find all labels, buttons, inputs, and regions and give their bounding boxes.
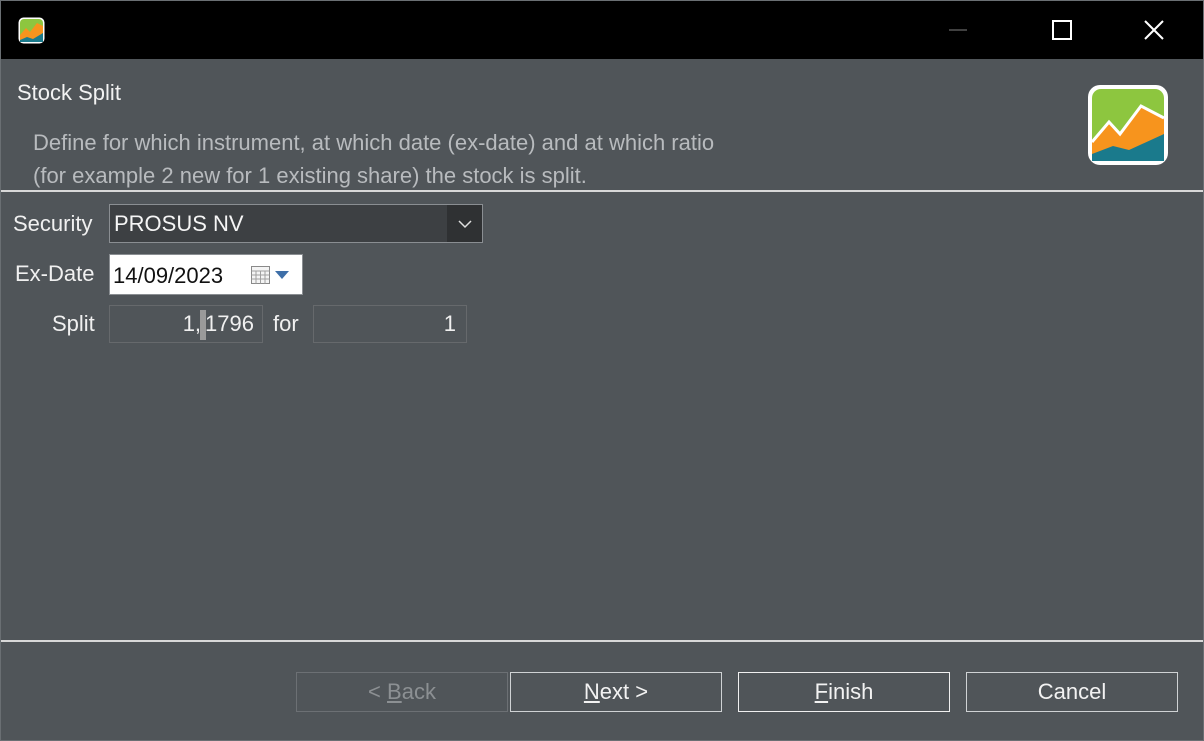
back-button-prefix: < xyxy=(368,679,388,704)
split-existing-shares-input[interactable]: 1 xyxy=(313,305,467,343)
finish-button-label: inish xyxy=(828,679,874,704)
maximize-button[interactable] xyxy=(1017,1,1107,59)
security-value: PROSUS NV xyxy=(114,211,244,236)
security-dropdown-button[interactable] xyxy=(447,205,482,242)
app-logo-icon xyxy=(1088,85,1168,165)
back-button-mnemonic: B xyxy=(387,679,402,704)
calendar-dropdown-button[interactable] xyxy=(250,263,298,287)
title-bar xyxy=(1,1,1203,59)
security-dropdown[interactable]: PROSUS NV xyxy=(109,204,483,243)
page-description: Define for which instrument, at which da… xyxy=(33,130,715,188)
minimize-button[interactable] xyxy=(913,1,1003,59)
app-logo-icon xyxy=(18,17,45,44)
back-button[interactable]: < Back xyxy=(296,672,508,712)
maximize-icon xyxy=(1052,20,1072,40)
footer-divider xyxy=(1,640,1203,642)
header-divider xyxy=(1,190,1203,192)
security-label: Security xyxy=(13,211,93,236)
finish-button[interactable]: Finish xyxy=(738,672,950,712)
wizard-header: Stock Split Define for which instrument,… xyxy=(1,59,1203,191)
minimize-icon xyxy=(949,29,967,31)
page-title: Stock Split xyxy=(17,80,121,105)
split-value-end: 1796 xyxy=(205,311,254,336)
calendar-icon xyxy=(251,266,270,284)
split-label: Split xyxy=(52,311,95,336)
next-button-label: ext > xyxy=(599,679,649,704)
exdate-value[interactable]: 14/09/2023 xyxy=(113,263,223,289)
next-button[interactable]: Next > xyxy=(510,672,722,712)
dropdown-arrow-icon xyxy=(275,271,289,279)
exdate-label: Ex-Date xyxy=(15,261,95,286)
back-button-label: ack xyxy=(401,679,436,704)
for-label: for xyxy=(273,311,299,336)
close-icon xyxy=(1144,20,1164,40)
close-button[interactable] xyxy=(1109,1,1199,59)
split-value-start: 1, xyxy=(182,311,202,336)
stock-split-dialog: Stock Split Define for which instrument,… xyxy=(0,0,1204,741)
chevron-down-icon xyxy=(457,219,472,228)
cancel-button[interactable]: Cancel xyxy=(966,672,1178,712)
finish-button-mnemonic: F xyxy=(814,679,829,704)
next-button-mnemonic: N xyxy=(583,679,600,704)
exdate-picker[interactable]: 14/09/2023 xyxy=(109,254,303,295)
split-new-shares-input[interactable]: 1, 1796 xyxy=(109,305,263,343)
